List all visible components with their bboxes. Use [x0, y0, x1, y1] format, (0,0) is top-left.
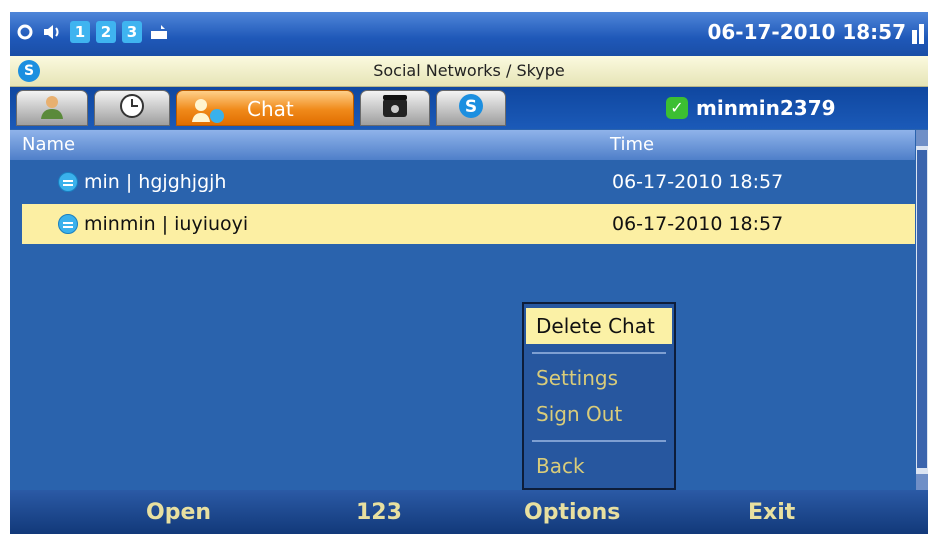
column-header-time: Time [610, 134, 655, 155]
column-header-name: Name [22, 134, 76, 155]
softkey-open[interactable]: Open [146, 500, 211, 525]
menu-divider [532, 440, 666, 442]
username: minmin2379 [696, 96, 836, 120]
menu-back[interactable]: Back [526, 448, 672, 484]
tab-bar: Chat S ✓ minmin2379 [10, 87, 928, 129]
chat-icon [191, 96, 227, 128]
scroll-up-arrow[interactable] [916, 130, 928, 146]
user-status: ✓ minmin2379 [666, 96, 836, 120]
chat-time: 06-17-2010 18:57 [612, 171, 784, 193]
menu-delete-chat[interactable]: Delete Chat [526, 308, 672, 344]
online-status-icon: ✓ [666, 97, 688, 119]
line-3-indicator: 3 [122, 21, 142, 43]
menu-sign-out[interactable]: Sign Out [526, 396, 672, 432]
softkey-options[interactable]: Options [524, 500, 620, 525]
tab-phone[interactable] [360, 90, 430, 126]
list-item-selected[interactable]: minmin | iuyiuoyi 06-17-2010 18:57 [22, 204, 915, 244]
svg-text:S: S [465, 97, 477, 117]
status-datetime: 06-17-2010 18:57 [707, 20, 906, 44]
tab-history[interactable] [94, 90, 170, 126]
title-bar: S Social Networks / Skype [10, 56, 928, 87]
phone-icon [380, 93, 410, 123]
chat-bubble-icon [58, 172, 78, 192]
menu-divider [532, 352, 666, 354]
chat-list: min | hgjghjgjh 06-17-2010 18:57 minmin … [10, 160, 915, 490]
tray-icon [148, 21, 170, 43]
tab-contacts[interactable] [16, 90, 88, 126]
status-bar: 1 2 3 06-17-2010 18:57 [10, 12, 928, 56]
chat-time: 06-17-2010 18:57 [612, 213, 784, 235]
menu-settings[interactable]: Settings [526, 360, 672, 396]
tab-chat[interactable]: Chat [176, 90, 354, 126]
chat-name: minmin | iuyiuoyi [84, 213, 249, 235]
chat-bubble-icon [58, 214, 78, 234]
skype-icon: S [457, 92, 485, 124]
device-screen: 1 2 3 06-17-2010 18:57 S Social Networks… [10, 12, 928, 534]
signal-icon [912, 24, 926, 44]
sync-icon [14, 21, 36, 43]
scroll-down-arrow[interactable] [916, 474, 928, 490]
contacts-icon [37, 93, 67, 123]
softkey-exit[interactable]: Exit [748, 500, 795, 525]
line-1-indicator: 1 [70, 21, 90, 43]
softkey-123[interactable]: 123 [356, 500, 402, 525]
clock-icon [118, 92, 146, 124]
options-menu: Delete Chat Settings Sign Out Back [522, 302, 676, 490]
tab-skype[interactable]: S [436, 90, 506, 126]
chat-name: min | hgjghjgjh [84, 171, 227, 193]
tab-chat-label: Chat [247, 97, 294, 121]
line-2-indicator: 2 [96, 21, 116, 43]
speaker-icon [42, 21, 64, 43]
scroll-thumb[interactable] [917, 150, 927, 468]
list-item[interactable]: min | hgjghjgjh 06-17-2010 18:57 [22, 162, 915, 202]
list-header: Name Time [10, 130, 915, 160]
softkey-bar: Open 123 Options Exit [10, 490, 928, 534]
window-title: Social Networks / Skype [373, 61, 565, 80]
scrollbar[interactable] [916, 130, 928, 490]
